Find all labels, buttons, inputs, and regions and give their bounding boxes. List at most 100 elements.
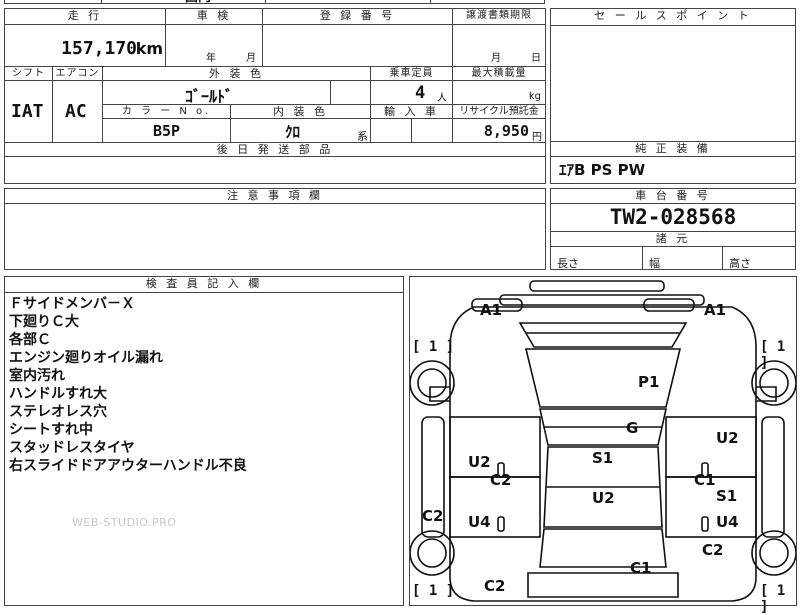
shift-cell: IAT: [5, 81, 53, 143]
tire-rear-right: [ 1 ]: [760, 583, 786, 615]
note-line: Ｆサイドメンバ－Ｘ: [9, 296, 135, 312]
maxload-unit: kg: [528, 91, 541, 102]
exterior-value: ｺﾞｰﾙﾄﾞ: [185, 87, 234, 106]
exterior-header: 外 装 色: [103, 67, 371, 81]
shipping-header: 後 日 発 送 部 品: [5, 143, 545, 157]
colorno-value: B5P: [153, 122, 181, 140]
shift-value: IAT: [11, 101, 44, 122]
genuine-header: 純 正 装 備: [551, 142, 795, 157]
aircon-header: エアコン: [53, 67, 103, 81]
capacity-value: 4: [415, 83, 426, 103]
length-label: 長さ: [557, 257, 579, 270]
code-u2-center: U2: [592, 489, 615, 507]
mileage-cell: 157,170 km: [5, 25, 166, 67]
shift-header: シフト: [5, 67, 53, 81]
transfer-day-label: 日: [531, 53, 541, 64]
tire-front-right: [ 1 ]: [760, 339, 786, 371]
code-c1-bottom: C1: [630, 559, 652, 577]
code-c2-left-mid: C2: [490, 471, 512, 489]
inspector-header: 検 査 員 記 入 欄: [5, 277, 403, 293]
top-partial-text: 国内: [185, 0, 211, 5]
code-c2-right-low: C2: [702, 541, 724, 559]
front-bumper: [499, 294, 705, 306]
capacity-cell: 4 人: [371, 81, 453, 105]
aircon-value: AC: [65, 101, 87, 122]
code-u2-right-top: U2: [716, 429, 739, 447]
import-cell-b: [412, 119, 453, 143]
mileage-value: 157,170: [61, 38, 137, 59]
exterior-extra-cell: [331, 81, 371, 105]
width-label: 幅: [649, 257, 660, 270]
code-c2-bottom: C2: [484, 577, 506, 595]
caution-header: 注 意 事 項 欄: [5, 189, 545, 204]
interior-header: 内 装 色: [231, 105, 371, 119]
code-u4-right: U4: [716, 513, 739, 531]
note-line: スタッドレスタイヤ: [9, 440, 135, 456]
front-left-wheel: [410, 360, 455, 406]
shipping-cell: [5, 157, 545, 183]
exterior-cell: ｺﾞｰﾙﾄﾞ: [103, 81, 331, 106]
code-s1-center: S1: [592, 449, 614, 467]
colorno-cell: B5P: [103, 119, 231, 143]
code-p1: P1: [638, 373, 660, 391]
note-line: シートすれ中: [9, 422, 93, 438]
caution-panel: 注 意 事 項 欄: [4, 188, 546, 270]
inspection-cell: 年 月: [166, 25, 263, 67]
vehicle-info-panel: 走 行 車 検 登 録 番 号 譲渡書類期限 157,170 km 年 月 月 …: [4, 8, 546, 184]
code-c1-right-mid: C1: [694, 471, 716, 489]
code-u2-left: U2: [468, 453, 491, 471]
tire-front-left-value: 1: [428, 339, 438, 355]
recycle-header: リサイクル預託金: [453, 105, 545, 119]
front-bumper-top: [529, 280, 665, 292]
colorno-header: カ ラ ー N o.: [103, 105, 231, 119]
right-front-door: [665, 416, 757, 478]
maxload-cell: kg: [453, 81, 545, 105]
import-cell-a: [371, 119, 412, 143]
transfer-cell: 月 日: [453, 25, 545, 67]
dims-row: 長さ 幅 高さ: [551, 247, 795, 270]
capacity-header: 乗車定員: [371, 67, 453, 81]
chassis-panel: 車 台 番 号 TW2-028568 諸 元 長さ 幅 高さ: [550, 188, 796, 270]
chassis-header: 車 台 番 号: [551, 189, 795, 204]
code-s1-right: S1: [716, 487, 738, 505]
inspector-panel: 検 査 員 記 入 欄 Ｆサイドメンバ－Ｘ 下廻りＣ大 各部Ｃ エンジン廻りオイ…: [4, 276, 404, 606]
rear-gate: [527, 572, 679, 598]
registration-header: 登 録 番 号: [263, 9, 453, 25]
note-line: ハンドルすれ大: [9, 386, 107, 402]
left-front-door: [449, 416, 541, 478]
sales-point-panel: セ ー ル ス ポ イ ン ト: [550, 8, 796, 142]
recycle-cell: 8,950 円: [453, 119, 545, 143]
genuine-value: ｴｱB PS PW: [559, 161, 646, 179]
inspection-month-label: 月: [246, 53, 256, 64]
chassis-value: TW2-028568: [609, 205, 737, 229]
capacity-unit: 人: [437, 93, 447, 104]
hood: [518, 322, 688, 348]
inspection-year-label: 年: [206, 53, 216, 64]
transfer-month-label: 月: [491, 53, 501, 64]
inspector-notes: Ｆサイドメンバ－Ｘ 下廻りＣ大 各部Ｃ エンジン廻りオイル漏れ 室内汚れ ハンド…: [9, 295, 247, 475]
note-line: ステレオレス穴: [9, 404, 107, 420]
right-skirt: [761, 416, 785, 538]
dims-header: 諸 元: [551, 231, 795, 247]
tire-rear-left: [ 1 ]: [412, 583, 455, 599]
inspection-header: 車 検: [166, 9, 263, 25]
tire-front-right-value: 1: [776, 339, 786, 355]
car-diagram-panel: A1 A1 P1 G U2 U2 S1 C2 C1 S1 U2 C2 U4 U4…: [409, 276, 797, 615]
mileage-unit: km: [135, 39, 163, 58]
note-line: 右スライドドアアウターハンドル不良: [9, 458, 247, 474]
interior-value: ｸﾛ: [285, 123, 301, 141]
top-partial-strip: 国内: [4, 0, 545, 5]
sales-point-header: セ ー ル ス ポ イ ン ト: [551, 9, 795, 26]
mileage-header: 走 行: [5, 9, 166, 25]
note-line: 各部Ｃ: [9, 332, 51, 348]
recycle-value: 8,950: [483, 122, 529, 140]
height-label: 高さ: [729, 257, 751, 270]
watermark: WEB-STUDIO.PRO: [72, 516, 177, 529]
note-line: 室内汚れ: [9, 368, 65, 384]
recycle-unit: 円: [532, 132, 542, 143]
tire-front-left: [ 1 ]: [412, 339, 455, 355]
code-a1-right: A1: [704, 301, 727, 319]
note-line: 下廻りＣ大: [9, 314, 79, 330]
maxload-header: 最大積載量: [453, 67, 545, 81]
interior-suffix: 系: [357, 130, 368, 143]
